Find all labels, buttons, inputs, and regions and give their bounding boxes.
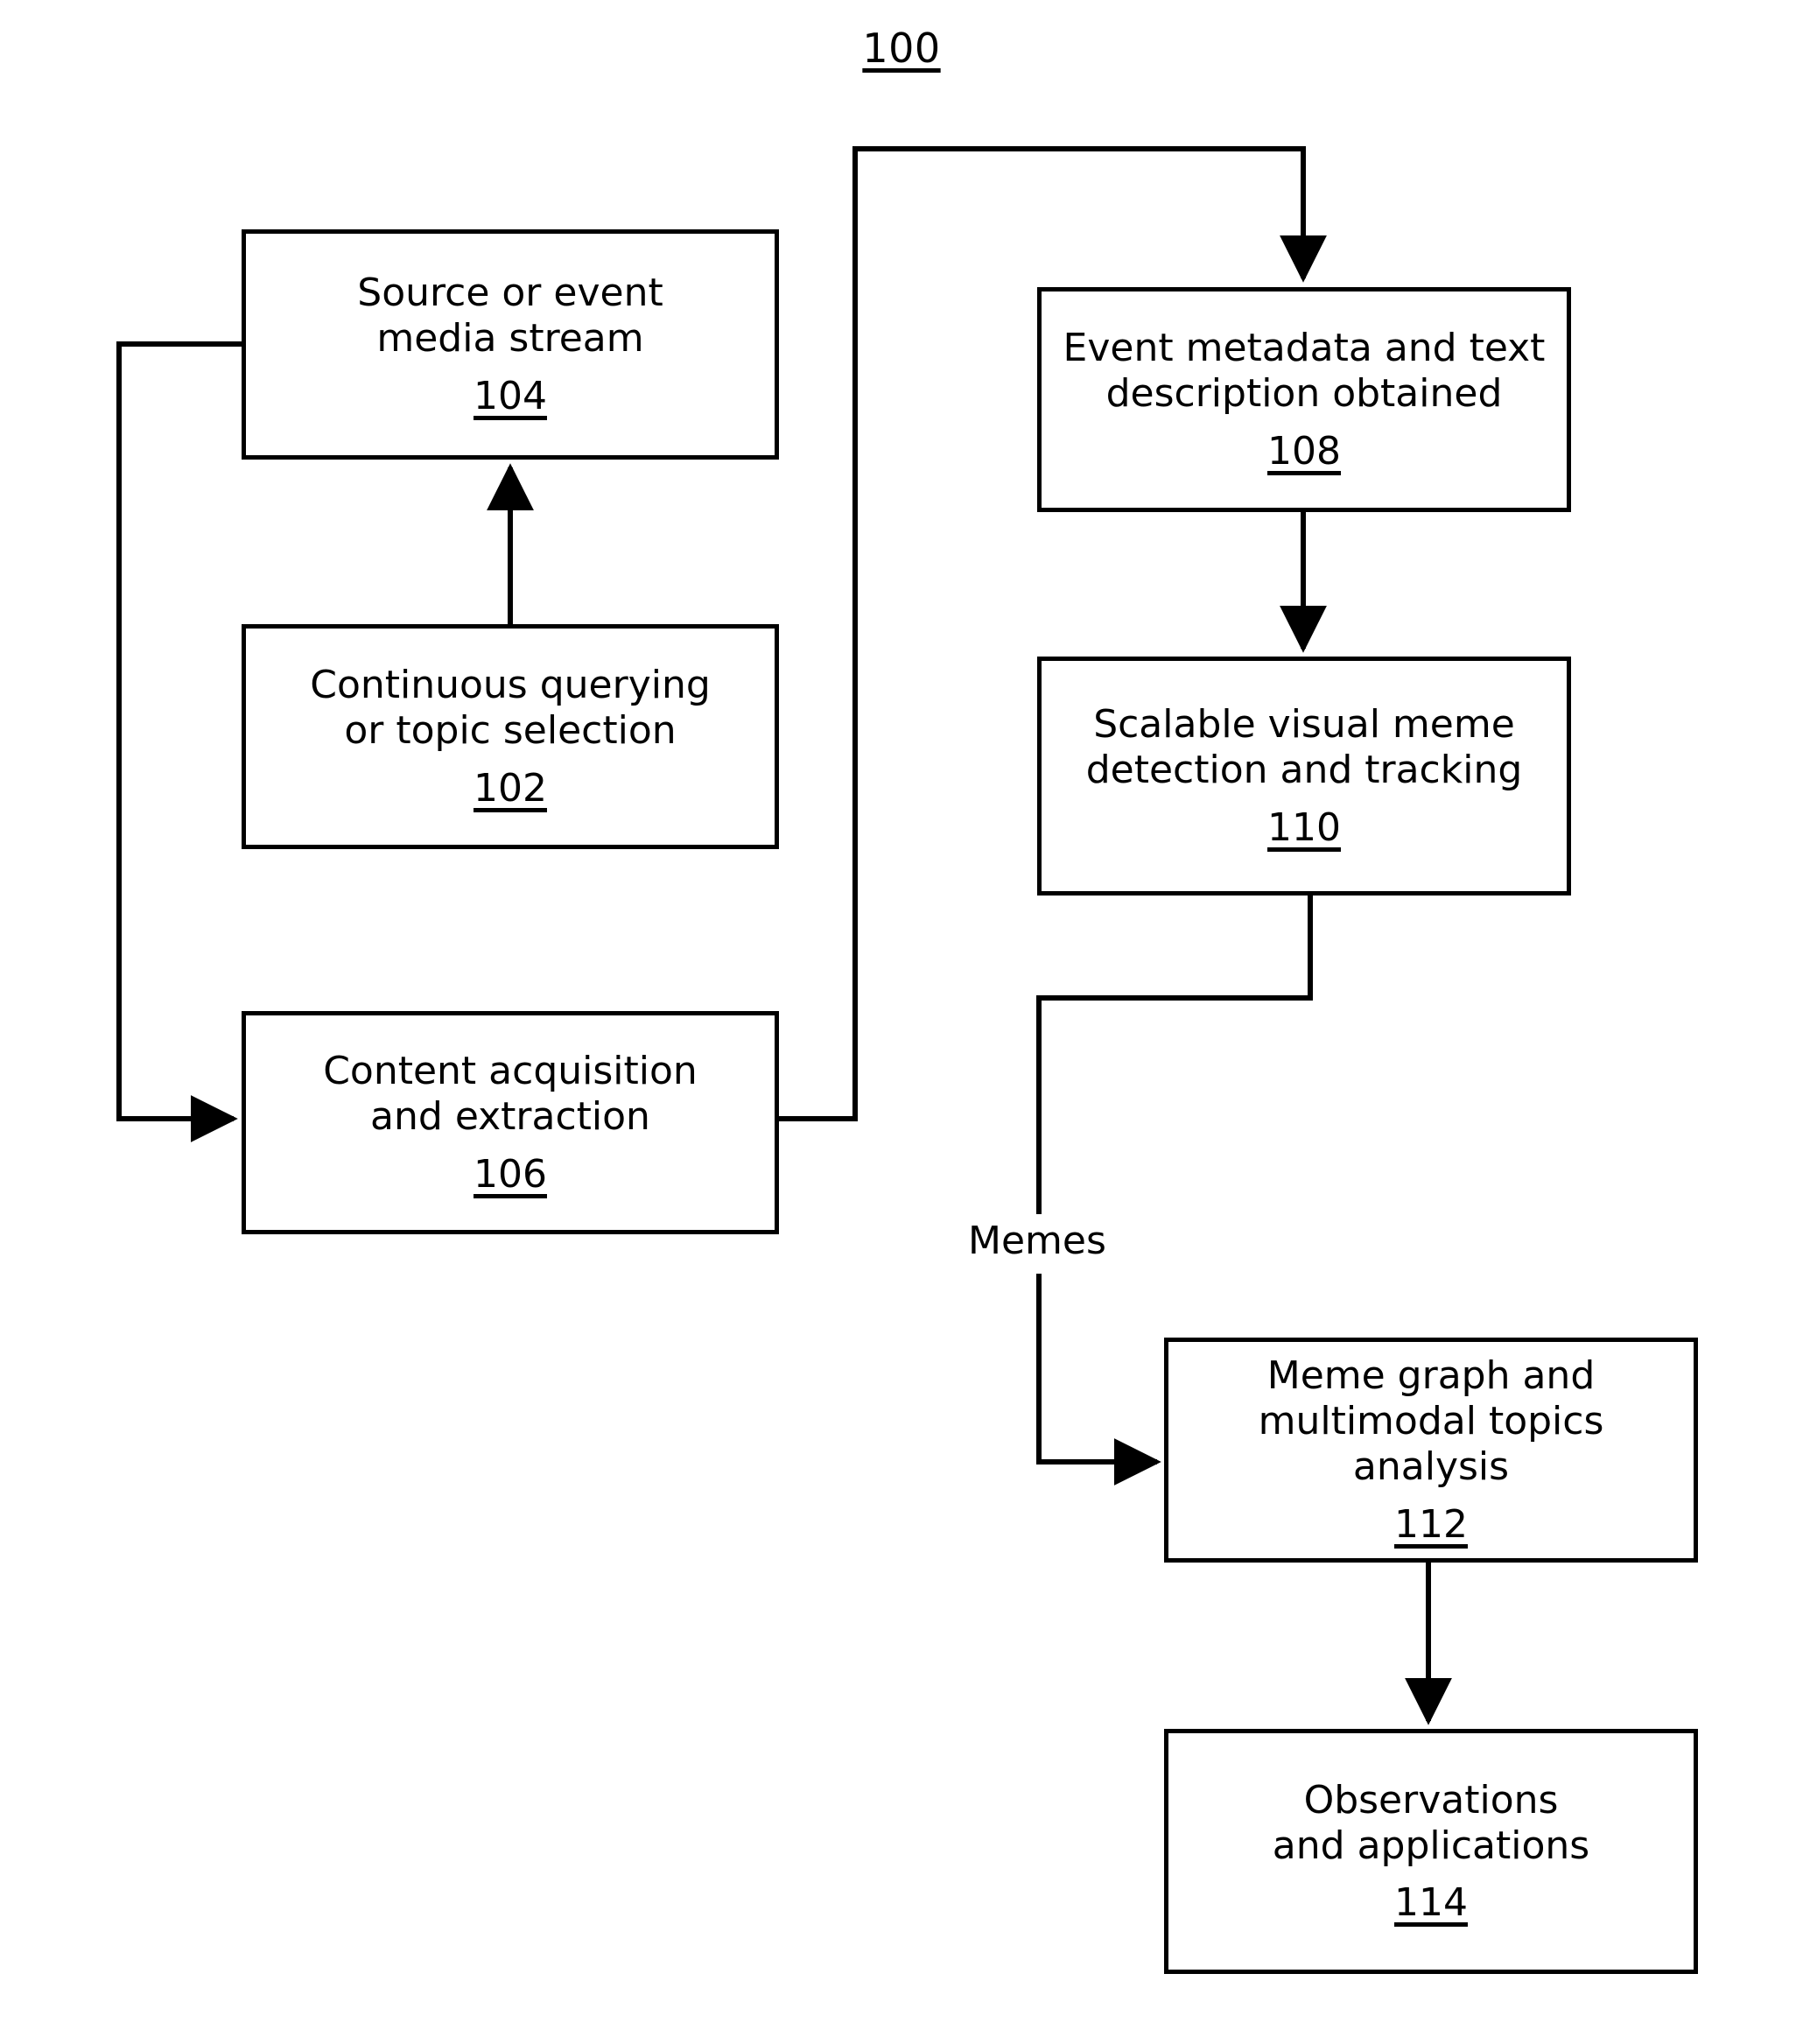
node-reference-numeral: 112 [1394,1501,1468,1547]
node-reference-numeral: 108 [1267,428,1341,474]
node-label: Continuous querying or topic selection [310,663,711,753]
node-reference-numeral: 110 [1267,804,1341,850]
node-label: Event metadata and text description obta… [1063,326,1546,416]
node-reference-numeral: 102 [474,765,547,811]
node-source-or-event-media-stream[interactable]: Source or event media stream 104 [242,229,779,460]
node-label: Meme graph and multimodal topics analysi… [1258,1353,1604,1489]
node-content-acquisition-and-extraction[interactable]: Content acquisition and extraction 106 [242,1011,779,1234]
node-label: Content acquisition and extraction [323,1049,698,1139]
memes-edge-label: Memes [961,1217,1113,1265]
node-continuous-querying-or-topic-selection[interactable]: Continuous querying or topic selection 1… [242,624,779,849]
node-label: Source or event media stream [357,270,663,361]
figure-canvas: 100 Source or event media stream 104 Con… [0,0,1803,2044]
node-observations-and-applications[interactable]: Observations and applications 114 [1164,1729,1698,1974]
node-label: Observations and applications [1272,1777,1590,1868]
node-scalable-visual-meme-detection-and-tracking[interactable]: Scalable visual meme detection and track… [1037,657,1571,896]
node-label: Scalable visual meme detection and track… [1085,702,1523,792]
node-reference-numeral: 106 [474,1151,547,1197]
node-meme-graph-and-multimodal-topics-analysis[interactable]: Meme graph and multimodal topics analysi… [1164,1338,1698,1563]
node-reference-numeral: 114 [1394,1880,1468,1926]
connector-104-to-106 [116,341,242,1142]
node-reference-numeral: 104 [474,373,547,418]
node-event-metadata-and-text-description-obtained[interactable]: Event metadata and text description obta… [1037,287,1571,512]
